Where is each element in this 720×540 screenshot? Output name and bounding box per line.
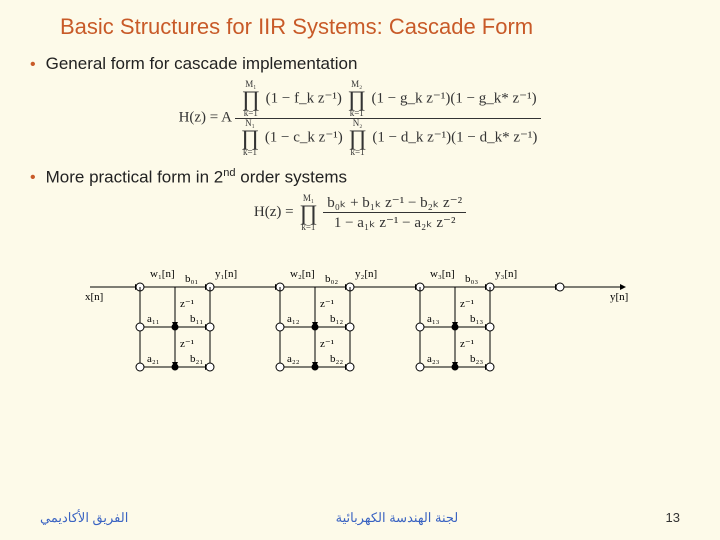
equation-1: H(z) = A M₁∏k=1 (1 − f_k z⁻¹) M₂∏k=1 (1 … bbox=[30, 80, 690, 157]
eq1-lhs: H(z) = A bbox=[179, 110, 232, 126]
label-a11: a₁₁ bbox=[147, 313, 160, 325]
label-b22: b₂₂ bbox=[330, 353, 343, 365]
label-z2a: z⁻¹ bbox=[320, 298, 334, 310]
label-xin: x[n] bbox=[85, 291, 103, 303]
cascade-block-diagram: x[n] y[n] w₁[n] y₁[n] b₀₁ z⁻¹ z⁻¹ a₁₁ b₁… bbox=[80, 242, 640, 392]
bullet-dot: • bbox=[30, 170, 36, 186]
eq2-den: 1 − a₁ₖ z⁻¹ − a₂ₖ z⁻² bbox=[323, 213, 466, 232]
eq1-num-p2-body: (1 − g_k z⁻¹)(1 − g_k* z⁻¹) bbox=[372, 90, 537, 106]
b2-post: order systems bbox=[236, 167, 347, 186]
label-b21: b₂₁ bbox=[190, 353, 203, 365]
eq1-num-p2-bot: k=1 bbox=[348, 109, 366, 118]
bullet-1-text: General form for cascade implementation bbox=[46, 54, 358, 74]
label-b02: b₀₂ bbox=[325, 273, 338, 285]
slide-footer: الفريق الأكاديمي لجنة الهندسة الكهربائية… bbox=[0, 510, 720, 526]
eq1-num-p1-body: (1 − f_k z⁻¹) bbox=[266, 90, 342, 106]
bullet-1: • General form for cascade implementatio… bbox=[30, 54, 690, 74]
label-z3b: z⁻¹ bbox=[460, 338, 474, 350]
footer-left: الفريق الأكاديمي bbox=[40, 510, 128, 526]
label-y3: y₃[n] bbox=[495, 268, 517, 280]
label-b01: b₀₁ bbox=[185, 273, 198, 285]
label-b23: b₂₃ bbox=[470, 353, 483, 365]
b2-pre: More practical form in 2 bbox=[46, 167, 224, 186]
eq1-den-p1-bot: k=1 bbox=[241, 148, 259, 157]
page-number: 13 bbox=[666, 510, 680, 526]
eq2-num: b₀ₖ + b₁ₖ z⁻¹ − b₂ₖ z⁻² bbox=[323, 193, 466, 213]
label-a23: a₂₃ bbox=[427, 353, 440, 365]
label-z2b: z⁻¹ bbox=[320, 338, 334, 350]
label-a22: a₂₂ bbox=[287, 353, 300, 365]
bullet-dot: • bbox=[30, 57, 36, 73]
label-a13: a₁₃ bbox=[427, 313, 440, 325]
slide-title: Basic Structures for IIR Systems: Cascad… bbox=[60, 14, 690, 40]
label-a12: a₁₂ bbox=[287, 313, 300, 325]
eq1-den-p2-bot: k=1 bbox=[349, 148, 367, 157]
label-z3a: z⁻¹ bbox=[460, 298, 474, 310]
label-yout: y[n] bbox=[610, 291, 628, 303]
label-a21: a₂₁ bbox=[147, 353, 160, 365]
label-b11: b₁₁ bbox=[190, 313, 203, 325]
label-y2: y₂[n] bbox=[355, 268, 377, 280]
label-b13: b₁₃ bbox=[470, 313, 483, 325]
label-w1: w₁[n] bbox=[150, 268, 175, 280]
label-w2: w₂[n] bbox=[290, 268, 315, 280]
label-y1: y₁[n] bbox=[215, 268, 237, 280]
label-b03: b₀₃ bbox=[465, 273, 478, 285]
eq2-prod-bot: k=1 bbox=[299, 223, 317, 232]
label-w3: w₃[n] bbox=[430, 268, 455, 280]
label-b12: b₁₂ bbox=[330, 313, 343, 325]
label-z1b: z⁻¹ bbox=[180, 338, 194, 350]
bullet-2: • More practical form in 2nd order syste… bbox=[30, 167, 690, 188]
eq1-den-p2-body: (1 − d_k z⁻¹)(1 − d_k* z⁻¹) bbox=[372, 129, 537, 145]
b2-ord: nd bbox=[223, 167, 235, 179]
eq1-num-p1-bot: k=1 bbox=[242, 109, 260, 118]
eq1-den-p1-body: (1 − c_k z⁻¹) bbox=[265, 129, 343, 145]
eq2-lhs: H(z) = bbox=[254, 204, 294, 220]
label-z1a: z⁻¹ bbox=[180, 298, 194, 310]
footer-center: لجنة الهندسة الكهربائية bbox=[336, 510, 459, 526]
bullet-2-text: More practical form in 2nd order systems bbox=[46, 167, 347, 188]
equation-2: H(z) = M₁∏k=1 b₀ₖ + b₁ₖ z⁻¹ − b₂ₖ z⁻² 1 … bbox=[30, 193, 690, 232]
